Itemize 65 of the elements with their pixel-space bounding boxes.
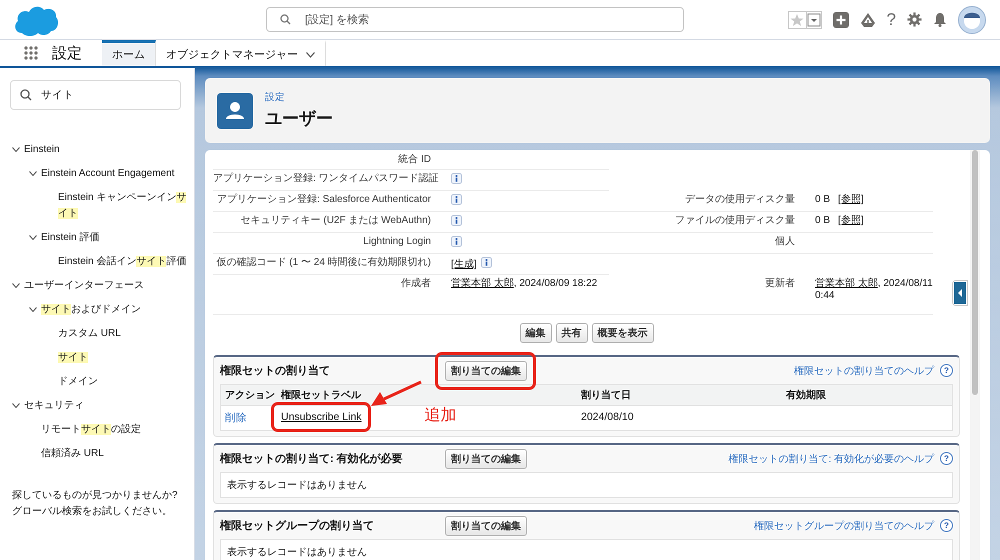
field-label: セキュリティキー (U2F または WebAuthn)	[213, 212, 441, 233]
field-label: 個人	[609, 233, 805, 254]
tree-item[interactable]: セキュリティ	[0, 394, 194, 418]
action-button[interactable]: 編集	[520, 323, 552, 343]
user-link[interactable]: 営業本部 太郎	[451, 278, 514, 289]
user-and-date: 営業本部 太郎, 2024/08/09 18:22	[441, 275, 609, 315]
action-button[interactable]: 概要を表示	[592, 323, 654, 343]
tree-item[interactable]: サイト	[0, 346, 194, 370]
field-label: 作成者	[213, 275, 441, 315]
disk-usage-value: 0 B	[815, 194, 830, 205]
delete-link[interactable]: 削除	[225, 412, 247, 424]
field-label: 仮の確認コード (1 〜 24 時間後に有効期限切れ)	[213, 254, 441, 275]
column-header: 割り当て日	[577, 385, 782, 406]
generate-link[interactable]: [生成]	[451, 259, 477, 270]
search-field[interactable]: [設定] を検索	[266, 7, 684, 32]
view-link[interactable]: [参照]	[838, 215, 864, 226]
field-label: ファイルの使用ディスク量	[609, 212, 805, 233]
section-title: 権限セットの割り当て	[220, 364, 331, 378]
column-header: アクション	[221, 385, 277, 406]
field-label: アプリケーション登録: ワンタイムパスワード認証	[213, 170, 441, 191]
empty-message: 表示するレコードはありません	[226, 546, 368, 560]
tree-item[interactable]: 信頼済み URL	[0, 442, 194, 466]
tree-item[interactable]: カスタム URL	[0, 322, 194, 346]
tree-item[interactable]: リモート サイト の設定	[0, 418, 194, 442]
user-and-date: 営業本部 太郎, 2024/08/11 0:44	[805, 275, 933, 315]
tree-item[interactable]: ユーザーインターフェース	[0, 274, 194, 298]
user-link[interactable]: 営業本部 太郎	[815, 278, 878, 289]
disk-usage-value: 0 B	[815, 215, 830, 226]
edit-assignments-button[interactable]: 割り当ての編集	[445, 516, 527, 536]
help-icon[interactable]: ?	[886, 11, 896, 28]
quick-find-field[interactable]: サイト	[10, 80, 181, 110]
edit-assignments-button[interactable]: 割り当ての編集	[445, 448, 527, 468]
edit-assignments-button[interactable]: 割り当ての編集	[445, 360, 527, 380]
help-icon[interactable]: ?	[940, 364, 953, 377]
table-cell: 2024/08/10	[581, 411, 634, 423]
field-label: アプリケーション登録: Salesforce Authenticator	[213, 191, 441, 212]
field-label: データの使用ディスク量	[609, 191, 805, 212]
view-link[interactable]: [参照]	[838, 194, 864, 205]
column-header: 有効期限	[782, 385, 952, 406]
tree-item[interactable]: Einstein 会話インサイト 評価	[0, 250, 194, 274]
tree-item[interactable]: ドメイン	[0, 370, 194, 394]
tree-item[interactable]: サイト およびドメイン	[0, 298, 194, 322]
page-title: ユーザー	[265, 108, 333, 130]
help-message: 探しているものが見つかりませんか? グローバル検索をお試しください。	[12, 489, 179, 519]
section-title: 権限セットグループの割り当て	[220, 518, 375, 533]
tree-item[interactable]: Einstein 評価	[0, 226, 194, 250]
empty-message: 表示するレコードはありません	[226, 478, 368, 493]
breadcrumb-link[interactable]: 設定	[265, 91, 333, 104]
help-icon[interactable]: ?	[940, 519, 953, 532]
field-label: Lightning Login	[213, 233, 441, 254]
permission-set-link[interactable]: Unsubscribe Link	[281, 411, 362, 423]
annotation-label: 追加	[424, 406, 457, 426]
app-title: 設定	[52, 44, 82, 62]
section-title: 権限セットの割り当て: 有効化が必要	[220, 452, 404, 466]
tree-item[interactable]: Einstein	[0, 138, 194, 162]
field-label: 統合 ID	[213, 151, 441, 170]
tree-item[interactable]: Einstein キャンペーンインサイト	[0, 186, 194, 226]
field-label: 更新者	[609, 275, 805, 315]
help-icon[interactable]: ?	[940, 452, 953, 465]
help-link[interactable]: 権限セットグループの割り当てのヘルプ	[754, 518, 934, 532]
nav-tab[interactable]: ホーム	[102, 40, 156, 66]
help-link[interactable]: 権限セットの割り当て: 有効化が必要のヘルプ	[728, 452, 934, 466]
action-button[interactable]: 共有	[556, 323, 588, 343]
help-link[interactable]: 権限セットの割り当てのヘルプ	[794, 364, 934, 378]
tree-item[interactable]: Einstein Account Engagement	[0, 162, 194, 186]
